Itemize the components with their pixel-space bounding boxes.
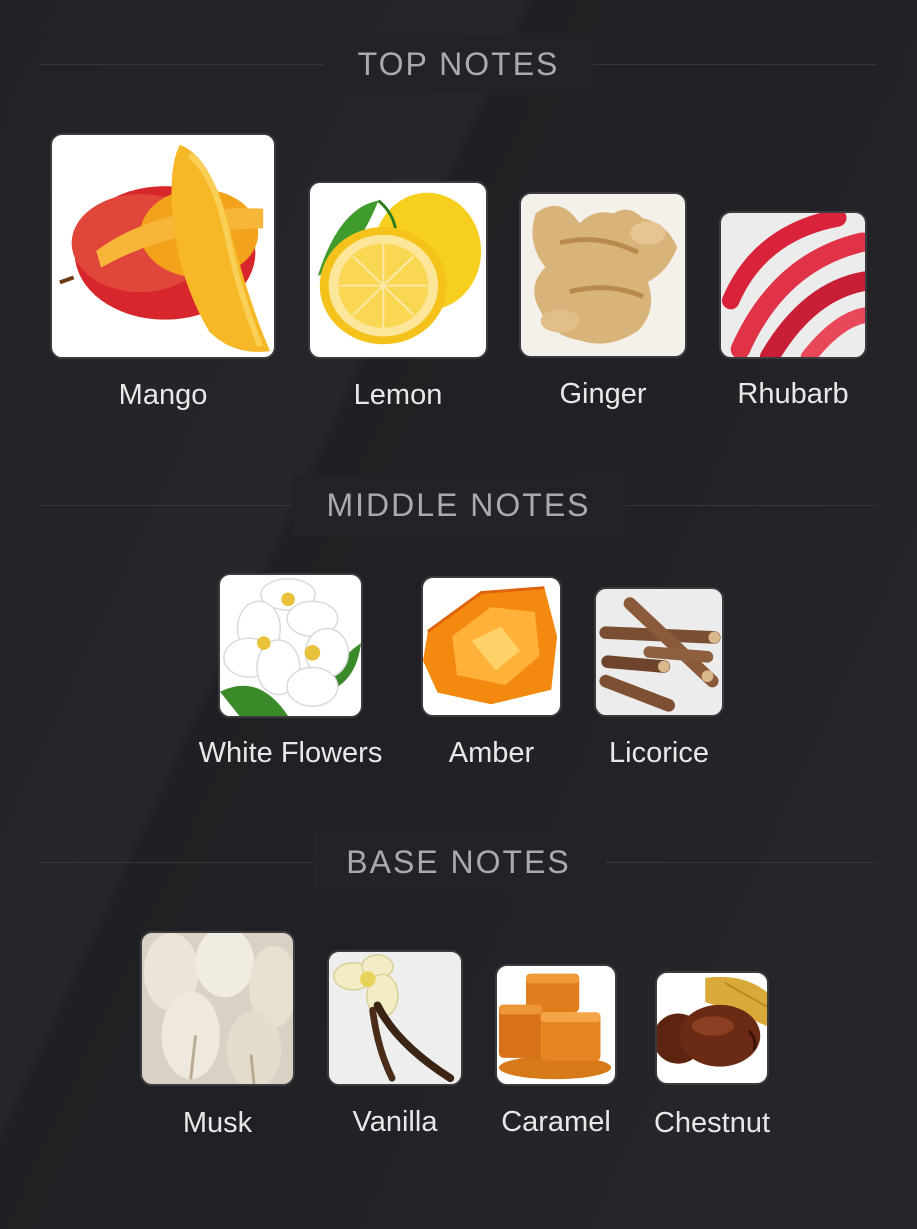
header-divider bbox=[599, 862, 877, 863]
top-notes-header: TOP NOTES bbox=[0, 34, 917, 94]
ginger-icon bbox=[519, 192, 687, 358]
header-divider bbox=[622, 505, 877, 506]
rhubarb-icon bbox=[719, 211, 867, 359]
amber-icon bbox=[421, 576, 562, 717]
mango-icon bbox=[50, 133, 276, 359]
middle-notes-header: MIDDLE NOTES bbox=[0, 475, 917, 535]
header-divider bbox=[40, 64, 328, 65]
licorice-icon bbox=[594, 587, 724, 717]
chestnut-icon bbox=[655, 971, 769, 1085]
base-notes-title: BASE NOTES bbox=[312, 832, 605, 892]
note-label: Rhubarb bbox=[737, 378, 849, 410]
header-divider bbox=[589, 64, 877, 65]
top-notes-title: TOP NOTES bbox=[323, 34, 594, 94]
caramel-icon bbox=[495, 964, 617, 1086]
header-divider bbox=[40, 505, 295, 506]
header-divider bbox=[40, 862, 318, 863]
base-notes-header: BASE NOTES bbox=[0, 832, 917, 892]
vanilla-icon bbox=[327, 950, 463, 1086]
musk-icon bbox=[140, 931, 295, 1086]
middle-notes-title: MIDDLE NOTES bbox=[292, 475, 625, 535]
note-label: Chestnut bbox=[653, 1107, 771, 1139]
white-flowers-icon bbox=[218, 573, 363, 718]
lemon-icon bbox=[308, 181, 488, 359]
note-label: Licorice bbox=[609, 737, 709, 769]
